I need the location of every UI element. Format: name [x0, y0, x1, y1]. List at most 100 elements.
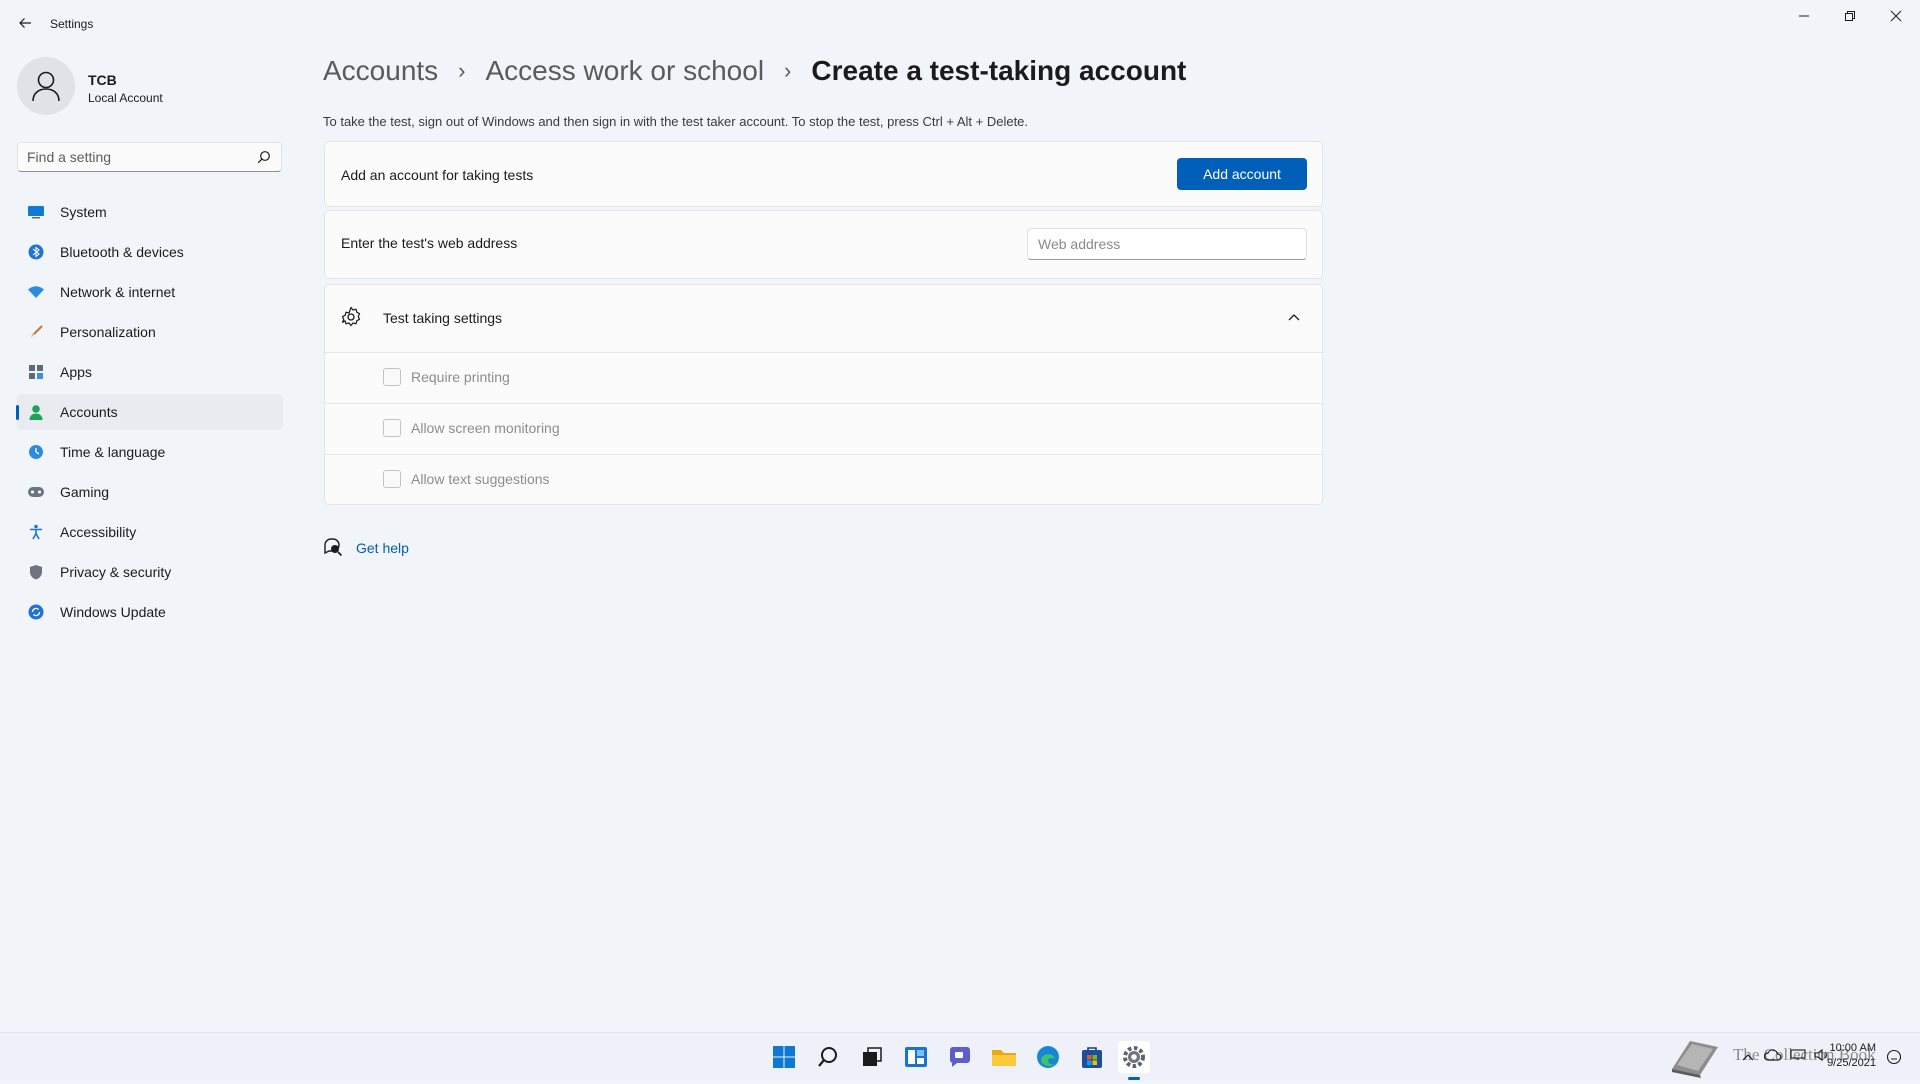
gear-icon — [340, 306, 362, 328]
breadcrumb: Accounts › Access work or school › Creat… — [323, 55, 1186, 87]
sidebar-item-label: Gaming — [60, 484, 110, 500]
sidebar-item-system[interactable]: System — [17, 194, 283, 230]
task-view-button[interactable] — [856, 1041, 888, 1073]
network-icon[interactable] — [1790, 1048, 1806, 1066]
text-suggestions-checkbox[interactable] — [383, 470, 401, 488]
globe-clock-icon — [26, 442, 46, 462]
chevron-up-icon[interactable] — [1284, 307, 1304, 327]
accessibility-icon — [26, 522, 46, 542]
require-printing-checkbox[interactable] — [383, 368, 401, 386]
option-allow-text-suggestions[interactable]: Allow text suggestions — [325, 454, 1322, 505]
edge-icon — [1037, 1046, 1059, 1068]
sidebar-item-label: Personalization — [60, 324, 156, 340]
chevron-right-icon: › — [458, 58, 466, 83]
apps-icon — [26, 362, 46, 382]
sidebar-item-apps[interactable]: Apps — [17, 354, 283, 390]
back-arrow-icon — [19, 18, 31, 28]
sidebar-item-label: Windows Update — [60, 604, 166, 620]
sidebar-item-privacy[interactable]: Privacy & security — [17, 554, 283, 590]
search-icon[interactable] — [257, 150, 271, 164]
option-require-printing[interactable]: Require printing — [325, 352, 1322, 403]
sidebar-item-gaming[interactable]: Gaming — [17, 474, 283, 510]
sidebar-nav: System Bluetooth & devices Network & int… — [16, 194, 283, 634]
test-settings-header[interactable]: Test taking settings — [325, 285, 1322, 352]
avatar[interactable] — [17, 57, 75, 115]
minimize-button[interactable] — [1781, 0, 1827, 32]
brush-icon — [26, 322, 46, 342]
search-box[interactable] — [17, 142, 282, 172]
breadcrumb-accounts[interactable]: Accounts — [323, 55, 438, 87]
get-help-link[interactable]: Get help — [356, 540, 409, 556]
taskbar: The Collection Book 10:00 AM 9/25/2021 — [0, 1032, 1920, 1081]
web-address-input[interactable] — [1027, 228, 1307, 260]
close-button[interactable] — [1873, 0, 1919, 32]
store-button[interactable] — [1076, 1041, 1108, 1073]
search-icon — [818, 1047, 837, 1067]
start-button[interactable] — [768, 1041, 800, 1073]
sidebar-item-label: Bluetooth & devices — [60, 244, 184, 260]
sidebar-item-label: Network & internet — [60, 284, 176, 300]
test-settings-expander: Test taking settings Require printing Al… — [324, 284, 1323, 505]
web-address-label: Enter the test's web address — [341, 235, 518, 251]
user-name: TCB — [88, 72, 117, 88]
breadcrumb-access-work-school[interactable]: Access work or school — [486, 55, 765, 87]
store-icon — [1082, 1047, 1102, 1068]
restore-button[interactable] — [1827, 0, 1873, 32]
settings-taskbar-button[interactable] — [1118, 1041, 1150, 1073]
sidebar-item-label: Privacy & security — [60, 564, 172, 580]
sidebar-item-personalization[interactable]: Personalization — [17, 314, 283, 350]
sidebar-item-label: Apps — [60, 364, 92, 380]
sidebar-item-label: System — [60, 204, 107, 220]
add-account-card: Add an account for taking tests Add acco… — [324, 141, 1323, 207]
system-tray — [1742, 1033, 1830, 1081]
restore-icon — [1845, 11, 1855, 21]
task-view-icon — [863, 1047, 882, 1066]
back-button[interactable] — [14, 12, 36, 34]
file-explorer-button[interactable] — [988, 1041, 1020, 1073]
person-icon — [26, 402, 46, 422]
book-logo — [1668, 1035, 1722, 1079]
settings-icon — [1123, 1046, 1145, 1068]
widgets-button[interactable] — [900, 1041, 932, 1073]
system-icon — [26, 202, 46, 222]
option-label: Allow text suggestions — [411, 471, 550, 487]
title-bar: Settings — [0, 0, 1920, 48]
chat-icon — [950, 1047, 970, 1067]
help-icon — [324, 538, 343, 557]
sidebar-item-accessibility[interactable]: Accessibility — [17, 514, 283, 550]
sidebar-item-time-language[interactable]: Time & language — [17, 434, 283, 470]
chevron-up-icon[interactable] — [1742, 1048, 1754, 1066]
bluetooth-icon — [26, 242, 46, 262]
add-account-button[interactable]: Add account — [1177, 158, 1307, 190]
clock-date: 9/25/2021 — [1827, 1057, 1876, 1069]
taskbar-search-button[interactable] — [812, 1041, 844, 1073]
search-input[interactable] — [18, 143, 247, 171]
sidebar-item-accounts[interactable]: Accounts — [16, 394, 283, 430]
person-icon — [32, 71, 60, 102]
app-title: Settings — [50, 17, 94, 31]
option-allow-screen-monitoring[interactable]: Allow screen monitoring — [325, 403, 1322, 454]
minimize-icon — [1799, 15, 1809, 17]
shield-icon — [26, 562, 46, 582]
option-label: Allow screen monitoring — [411, 420, 560, 436]
notification-icon[interactable] — [1886, 1049, 1902, 1070]
start-icon — [773, 1046, 795, 1068]
sidebar-item-network[interactable]: Network & internet — [17, 274, 283, 310]
onedrive-icon[interactable] — [1763, 1048, 1782, 1066]
clock[interactable]: 10:00 AM 9/25/2021 — [1827, 1041, 1876, 1071]
test-settings-label: Test taking settings — [383, 310, 503, 326]
web-address-card: Enter the test's web address — [324, 210, 1323, 279]
sidebar-item-windows-update[interactable]: Windows Update — [17, 594, 283, 630]
page-description: To take the test, sign out of Windows an… — [323, 114, 1029, 129]
widgets-icon — [905, 1047, 927, 1067]
chat-button[interactable] — [944, 1041, 976, 1073]
clock-time: 10:00 AM — [1829, 1042, 1876, 1054]
chevron-right-icon: › — [784, 58, 792, 83]
add-account-label: Add an account for taking tests — [341, 167, 534, 183]
sidebar-item-bluetooth[interactable]: Bluetooth & devices — [17, 234, 283, 270]
file-explorer-icon — [992, 1050, 1016, 1066]
edge-button[interactable] — [1032, 1041, 1064, 1073]
close-icon — [1890, 10, 1902, 22]
gamepad-icon — [26, 482, 46, 502]
screen-monitoring-checkbox[interactable] — [383, 419, 401, 437]
